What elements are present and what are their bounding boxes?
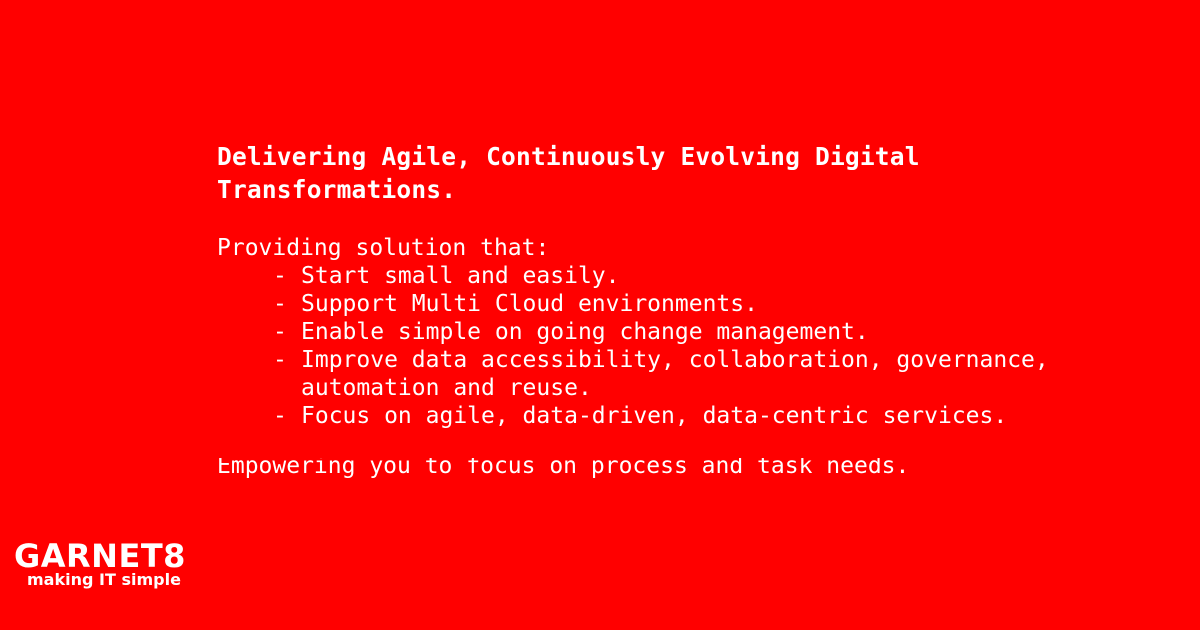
bullet-dash: - (273, 291, 287, 317)
bullet-dash: - (273, 347, 287, 373)
bullet-dash: - (273, 403, 287, 429)
brand-logo: GARNET8 making IT simple (14, 537, 204, 588)
list-item: - Enable simple on going change manageme… (273, 318, 1117, 346)
message-block: Delivering Agile, Continuously Evolving … (217, 140, 1117, 478)
list-item-text: Enable simple on going change management… (301, 319, 869, 345)
list-item: - Start small and easily. (273, 262, 1117, 290)
intro-text: Providing solution that: (217, 235, 550, 261)
list-item-text: Focus on agile, data-driven, data-centri… (301, 403, 1008, 429)
list-item: - Support Multi Cloud environments. (273, 290, 1117, 318)
headline: Delivering Agile, Continuously Evolving … (217, 142, 920, 204)
list-item-text: Improve data accessibility, collaboratio… (301, 347, 1049, 401)
bullet-dash: - (273, 263, 287, 289)
logo-tagline: making IT simple (27, 570, 181, 589)
bullet-dash: - (273, 319, 287, 345)
list-item: - Improve data accessibility, collaborat… (273, 346, 1117, 402)
list-item-text: Support Multi Cloud environments. (301, 291, 758, 317)
list-item: - Focus on agile, data-driven, data-cent… (273, 402, 1117, 430)
benefit-list: - Start small and easily. - Support Mult… (217, 262, 1117, 430)
closing-line-clip: Empowering you to focus on process and t… (217, 458, 1117, 478)
social-share-card: Delivering Agile, Continuously Evolving … (0, 0, 1200, 630)
list-item-text: Start small and easily. (301, 263, 620, 289)
closing-text: Empowering you to focus on process and t… (217, 458, 910, 478)
